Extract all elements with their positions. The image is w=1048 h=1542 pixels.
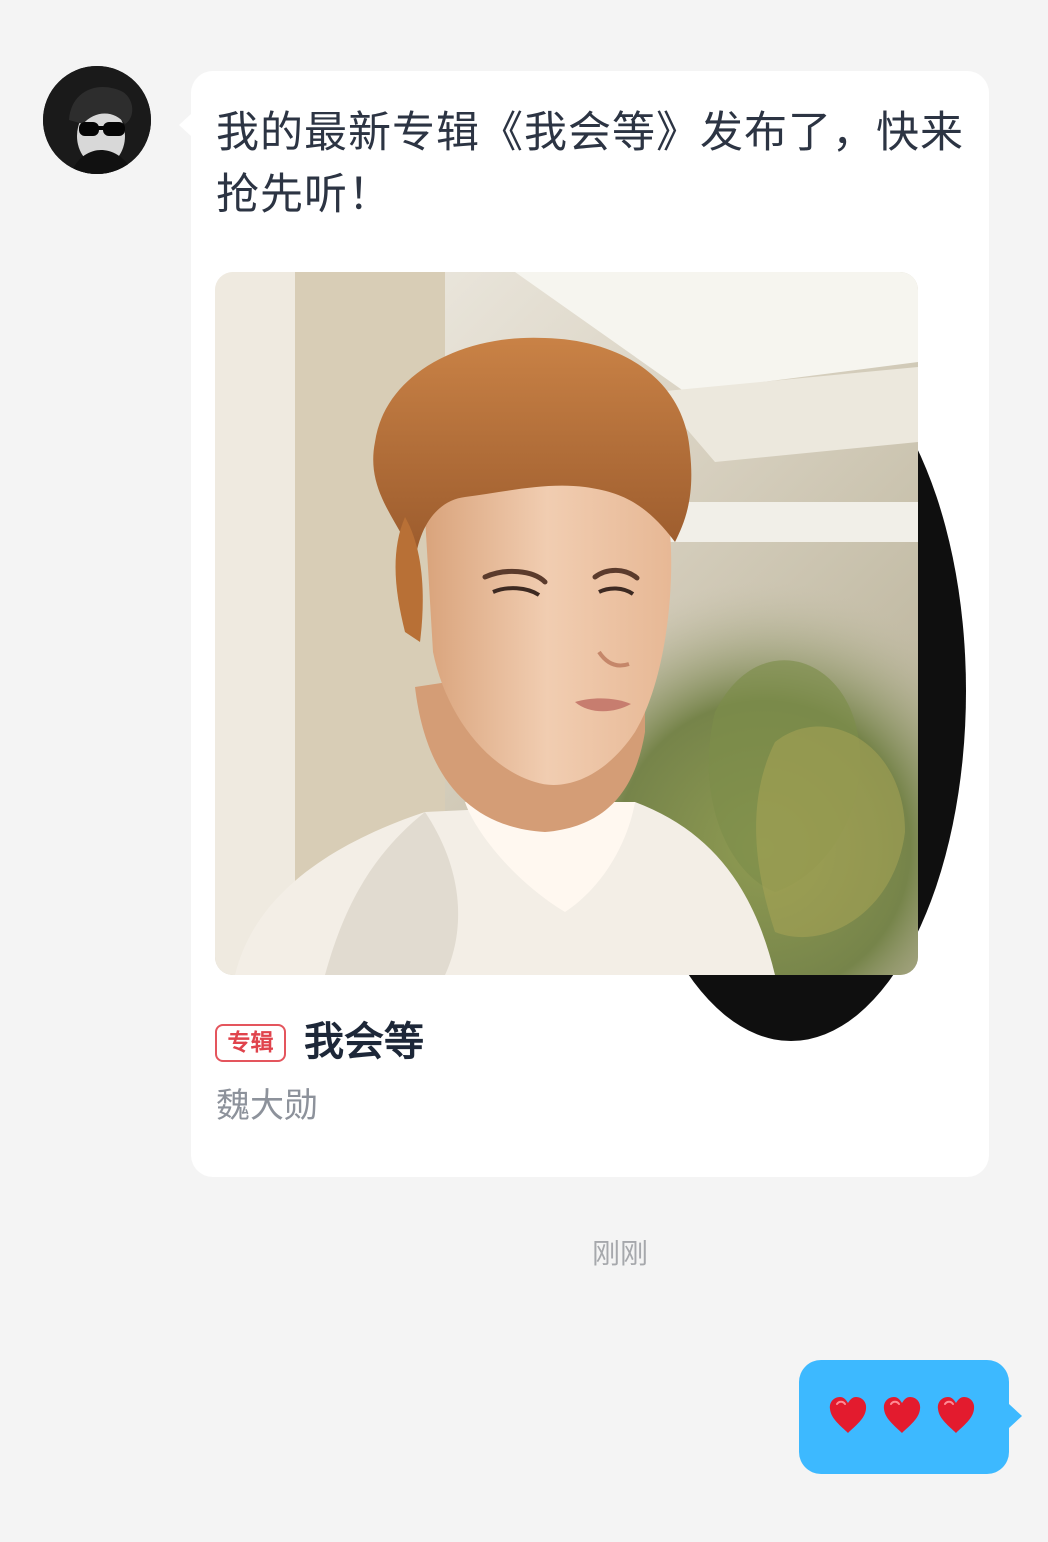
heart-icon: [829, 1397, 867, 1433]
artist-name[interactable]: 魏大勋: [216, 1083, 318, 1129]
avatar-image: [43, 66, 151, 174]
message-text: 我的最新专辑《我会等》发布了，快来抢先听！: [216, 108, 964, 220]
album-cover-image[interactable]: [215, 272, 918, 975]
heart-emoji-group: [825, 1392, 979, 1438]
album-title[interactable]: 我会等: [304, 1014, 424, 1070]
album-tag: 专辑: [215, 1024, 286, 1062]
heart-icon: [937, 1397, 975, 1433]
heart-icon: [883, 1397, 921, 1433]
outgoing-message-bubble[interactable]: [799, 1360, 1022, 1474]
incoming-message-bubble[interactable]: 我的最新专辑《我会等》发布了，快来抢先听！ 专辑 我会等 魏大勋: [179, 71, 989, 1177]
sender-avatar[interactable]: [43, 66, 151, 174]
message-timestamp: 刚刚: [591, 1237, 648, 1270]
